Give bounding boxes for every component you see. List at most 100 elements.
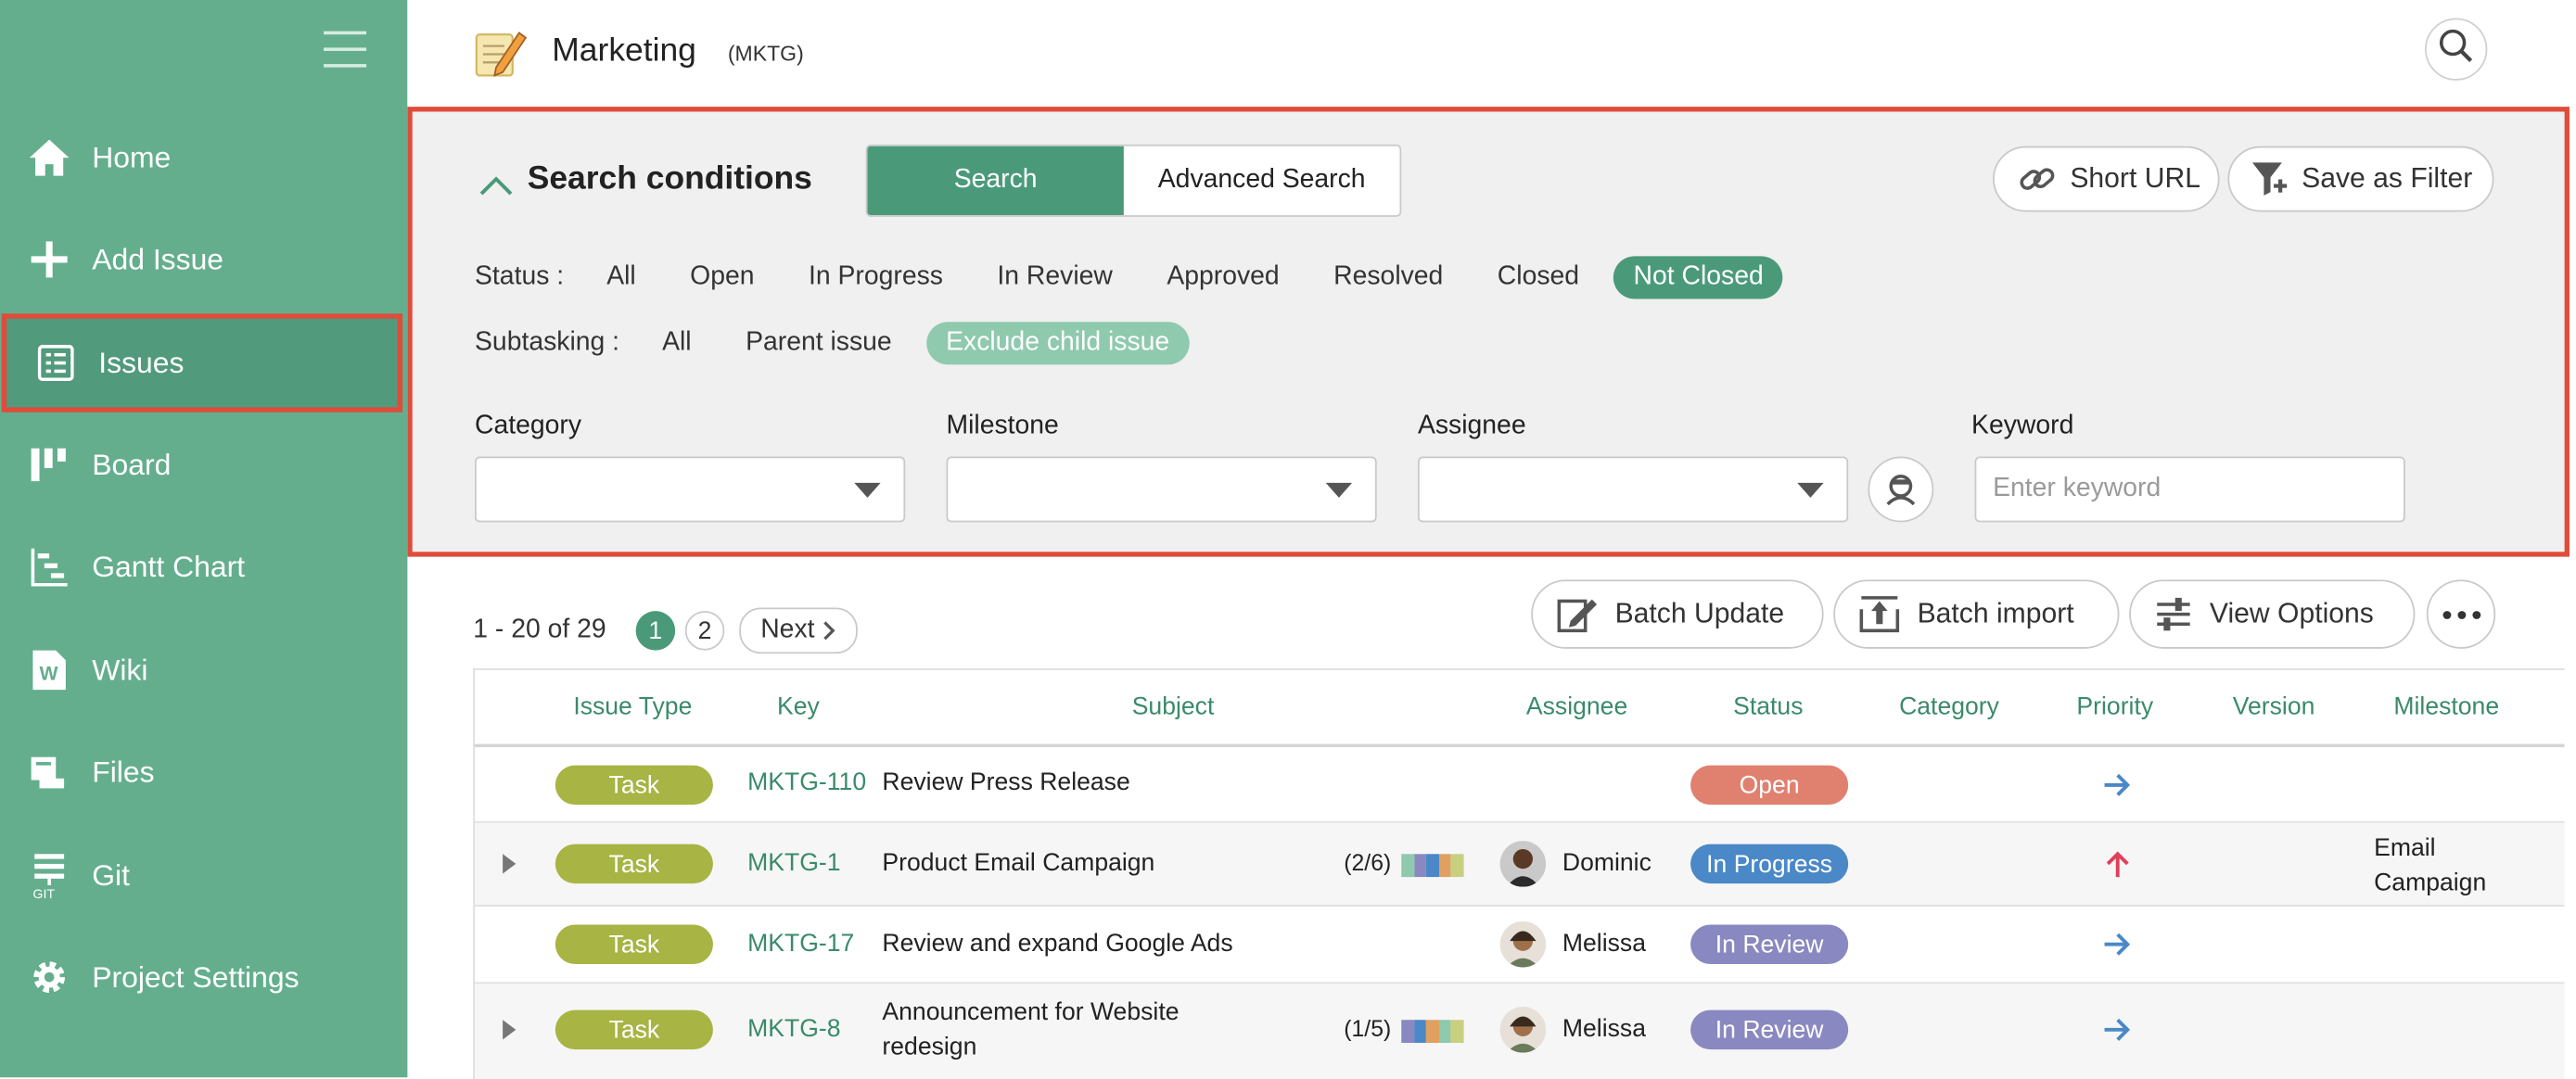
status-badge: In Progress [1690, 844, 1849, 884]
issue-subject[interactable]: Review Press Release [882, 768, 1129, 796]
status-chip-approved[interactable]: Approved [1147, 256, 1299, 298]
pagination: 1 - 20 of 29 1 2 Next [473, 607, 858, 654]
tab-advanced-search[interactable]: Advanced Search [1124, 146, 1400, 215]
avatar [1499, 920, 1547, 968]
status-chip-not-closed[interactable]: Not Closed [1613, 256, 1784, 299]
sidebar-item-git[interactable]: GIT Git [0, 830, 407, 921]
subtask-chip-all[interactable]: All [643, 322, 711, 364]
gear-icon [26, 954, 72, 1000]
sidebar-item-add-issue[interactable]: Add Issue [0, 213, 407, 305]
issue-key-link[interactable]: MKTG-8 [747, 1015, 840, 1043]
table-row[interactable]: Task MKTG-110 Review Press Release Open [475, 747, 2565, 823]
filter-add-icon [2249, 159, 2289, 199]
sidebar-item-gantt-chart[interactable]: Gantt Chart [0, 521, 407, 613]
assignee-name: Melissa [1562, 929, 1646, 958]
table-row[interactable]: Task MKTG-8 Announcement for Website red… [475, 984, 2565, 1079]
issue-key-link[interactable]: MKTG-110 [747, 768, 866, 796]
issue-subject[interactable]: Product Email Campaign [882, 849, 1154, 877]
column-header-priority[interactable]: Priority [2076, 693, 2153, 721]
subtasking-filter: Subtasking : All Parent issue Exclude ch… [475, 320, 1204, 366]
sidebar-item-label: Add Issue [92, 242, 224, 275]
sidebar-item-label: Gantt Chart [92, 549, 246, 583]
git-icon-text: GIT [32, 886, 56, 902]
keyword-input[interactable] [1974, 456, 2405, 523]
page-button-1[interactable]: 1 [635, 611, 676, 651]
issue-key-link[interactable]: MKTG-1 [747, 849, 840, 877]
sidebar-item-board[interactable]: Board [0, 419, 407, 511]
sidebar-item-project-settings[interactable]: Project Settings [0, 932, 407, 1023]
short-url-button[interactable]: Short URL [1993, 146, 2220, 212]
batch-update-button[interactable]: Batch Update [1531, 579, 1824, 649]
status-chip-resolved[interactable]: Resolved [1314, 256, 1463, 298]
subtask-chip-exclude-child-issue[interactable]: Exclude child issue [925, 322, 1190, 365]
list-icon [32, 340, 79, 387]
status-badge: In Review [1690, 924, 1849, 964]
column-header-issue-type[interactable]: Issue Type [573, 693, 692, 721]
status-chip-in-progress[interactable]: In Progress [789, 256, 963, 298]
issue-subject[interactable]: Announcement for Website redesign [882, 996, 1276, 1064]
more-options-button[interactable] [2426, 579, 2496, 649]
column-header-version[interactable]: Version [2233, 693, 2315, 721]
issue-type-badge: Task [555, 844, 713, 884]
next-page-button[interactable]: Next [739, 607, 858, 654]
sidebar: Home Add Issue Issues Board Gantt Chart [0, 0, 408, 1078]
subtask-chip-parent-issue[interactable]: Parent issue [726, 322, 912, 364]
assignee-select[interactable] [1417, 456, 1849, 523]
tab-search[interactable]: Search [867, 146, 1124, 216]
home-icon [26, 134, 72, 181]
search-icon [2438, 27, 2474, 71]
view-options-button[interactable]: View Options [2129, 579, 2416, 649]
main-content: Marketing (MKTG) Search conditions Searc… [407, 0, 2576, 1079]
priority-normal-icon [2101, 770, 2134, 800]
column-header-category[interactable]: Category [1899, 693, 1999, 721]
assign-to-me-button[interactable] [1868, 456, 1934, 523]
status-filter: Status : All Open In Progress In Review … [475, 255, 1798, 301]
milestone-label: Milestone [946, 412, 1059, 440]
issues-table: Issue Type Key Subject Assignee Status C… [473, 668, 2565, 1079]
project-name[interactable]: Marketing [552, 32, 696, 70]
menu-toggle-icon[interactable] [324, 31, 367, 74]
column-header-assignee[interactable]: Assignee [1526, 693, 1627, 721]
column-header-milestone[interactable]: Milestone [2393, 693, 2499, 721]
chevron-down-icon [1325, 482, 1353, 498]
project-key: (MKTG) [727, 41, 804, 66]
sidebar-item-wiki[interactable]: W Wiki [0, 624, 407, 716]
plus-icon [26, 236, 72, 283]
table-row[interactable]: Task MKTG-17 Review and expand Google Ad… [475, 907, 2565, 984]
status-chip-closed[interactable]: Closed [1478, 256, 1600, 298]
batch-import-button[interactable]: Batch import [1833, 579, 2120, 649]
sidebar-item-files[interactable]: Files [0, 726, 407, 818]
issue-key-link[interactable]: MKTG-17 [747, 930, 854, 958]
milestone-value: Email Campaign [2374, 834, 2487, 897]
category-select[interactable] [475, 456, 906, 523]
status-chip-all[interactable]: All [587, 256, 656, 298]
sidebar-item-home[interactable]: Home [0, 111, 407, 203]
search-conditions-title: Search conditions [527, 160, 812, 197]
milestone-select[interactable] [946, 456, 1377, 523]
column-header-status[interactable]: Status [1733, 693, 1803, 721]
issue-subject[interactable]: Review and expand Google Ads [882, 930, 1232, 958]
status-chip-in-review[interactable]: In Review [977, 256, 1132, 298]
user-icon [1882, 471, 1919, 507]
expand-caret-icon[interactable] [503, 854, 516, 874]
status-chip-open[interactable]: Open [670, 256, 774, 298]
batch-import-label: Batch import [1917, 597, 2074, 629]
top-bar: Marketing (MKTG) [407, 0, 2576, 106]
chevron-down-icon [854, 482, 881, 498]
search-conditions-toggle[interactable]: Search conditions [478, 161, 812, 199]
sidebar-item-issues[interactable]: Issues [1, 313, 403, 413]
column-header-key[interactable]: Key [777, 693, 820, 721]
sidebar-item-label: Home [92, 140, 172, 173]
subtasking-filter-label: Subtasking : [475, 328, 620, 357]
priority-normal-icon [2101, 1015, 2134, 1045]
page-button-2[interactable]: 2 [684, 611, 725, 651]
wiki-icon: W [26, 647, 72, 693]
table-row[interactable]: Task MKTG-1 Product Email Campaign (2/6)… [475, 822, 2565, 907]
link-icon [2018, 161, 2058, 197]
sidebar-item-label: Files [92, 755, 155, 788]
save-as-filter-button[interactable]: Save as Filter [2227, 146, 2494, 212]
column-header-subject[interactable]: Subject [1132, 693, 1215, 721]
keyword-label: Keyword [1971, 412, 2074, 440]
global-search-button[interactable] [2425, 18, 2488, 81]
expand-caret-icon[interactable] [503, 1020, 516, 1040]
